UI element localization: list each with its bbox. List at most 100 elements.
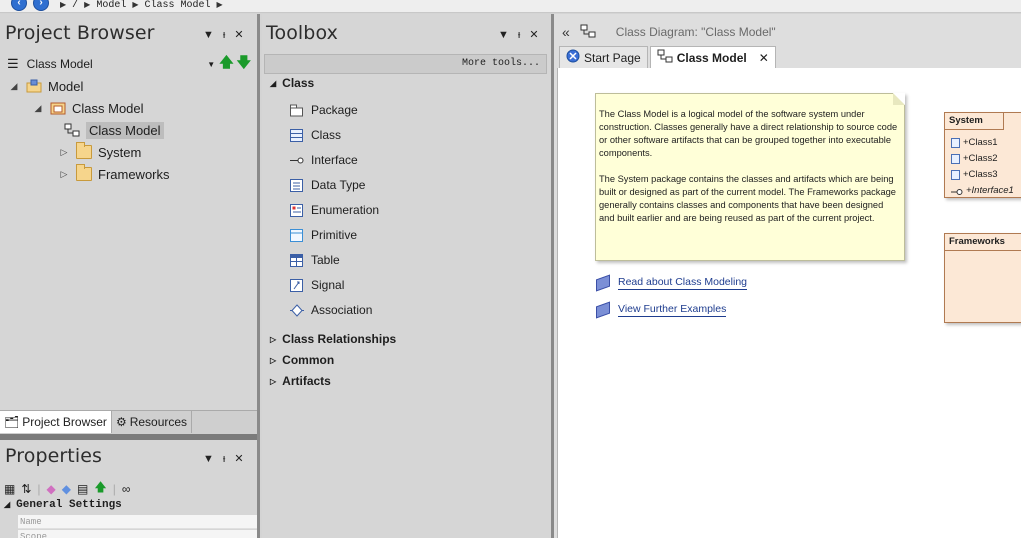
pin-icon[interactable]: ᵻ	[518, 29, 520, 41]
tool-label: Enumeration	[311, 203, 380, 217]
tool-data-type[interactable]: Data Type	[290, 178, 365, 192]
start-page-icon	[566, 49, 580, 66]
go-up-icon[interactable]: 🡅	[94, 478, 106, 499]
toolbox-group-common[interactable]: ▷ Common	[270, 353, 334, 367]
tree-item-model[interactable]: ◢ Model	[8, 76, 84, 96]
toolbar-separator: |	[112, 481, 116, 496]
tab-label: Class Model	[676, 50, 747, 65]
dropdown-menu-icon[interactable]: ▼	[203, 453, 214, 465]
project-browser-icon: 🗂	[4, 415, 20, 429]
tab-start-page[interactable]: Start Page	[559, 46, 648, 68]
tree-item-label: Class Model	[72, 100, 144, 116]
tool-interface[interactable]: Interface	[290, 153, 358, 167]
close-icon[interactable]: ✕	[529, 28, 538, 41]
panel-title: Toolbox	[266, 22, 338, 44]
breadcrumb-separator-icon: ▶	[216, 1, 223, 10]
package-class-item[interactable]: +Class2	[951, 153, 998, 164]
tab-project-browser[interactable]: 🗂 Project Browser	[0, 411, 112, 433]
tool-label: Interface	[311, 153, 358, 167]
more-tools-button[interactable]: More tools...	[264, 54, 547, 74]
collapse-panel-icon[interactable]: «	[562, 24, 570, 40]
hamburger-menu-icon[interactable]: ☰	[7, 56, 19, 72]
property-row-scope[interactable]: Scope	[18, 530, 257, 538]
toolbox-group-class-relationships[interactable]: ▷ Class Relationships	[270, 332, 396, 346]
collapse-icon[interactable]: ◢	[270, 79, 276, 88]
item-label: +Interface1	[966, 185, 1014, 196]
expand-icon[interactable]: ▷	[270, 335, 276, 344]
expand-icon[interactable]: ▷	[270, 356, 276, 365]
tool-class[interactable]: Class	[290, 128, 341, 142]
toolbox-group-artifacts[interactable]: ▷ Artifacts	[270, 374, 331, 388]
package-class-item[interactable]: +Class3	[951, 169, 998, 180]
package-interface-item[interactable]: +Interface1	[951, 185, 1014, 196]
properties-toolbar: ▦ ⇅ | ◆ ◆ ▤ 🡅 | ∞	[4, 478, 130, 499]
tree-item-frameworks[interactable]: ▷ Frameworks	[58, 164, 170, 184]
tool-table[interactable]: Table	[290, 253, 340, 267]
expand-icon[interactable]: ▷	[270, 377, 276, 386]
tree-item-class-model-package[interactable]: ◢ Class Model	[32, 98, 144, 118]
breadcrumb-item[interactable]: /	[72, 0, 78, 11]
panel-splitter[interactable]	[257, 14, 260, 538]
class-icon	[951, 137, 960, 148]
back-arrow-icon[interactable]: ‹	[11, 0, 27, 11]
signal-tool-icon	[290, 278, 303, 292]
class-icon	[951, 153, 960, 164]
categorized-view-icon[interactable]: ▦	[4, 482, 15, 496]
package-name: Frameworks	[944, 233, 1021, 251]
diagram-note[interactable]: The Class Model is a logical model of th…	[595, 93, 905, 261]
tree-item-system[interactable]: ▷ System	[58, 142, 141, 162]
dropdown-menu-icon[interactable]: ▼	[498, 29, 509, 41]
tagged-value-icon[interactable]: ◆	[62, 482, 71, 496]
tree-item-class-model-diagram[interactable]: Class Model	[64, 120, 164, 140]
package-class-item[interactable]: +Class1	[951, 137, 998, 148]
toolbox-group-class[interactable]: ◢ Class	[270, 76, 314, 90]
sort-alphabetical-icon[interactable]: ⇅	[21, 482, 31, 496]
browser-view-selector[interactable]: Class Model	[27, 57, 93, 71]
property-row-name[interactable]: Name	[18, 515, 257, 529]
tool-package[interactable]: Package	[290, 103, 358, 117]
pin-icon[interactable]: ᵻ	[223, 29, 225, 41]
group-label: Artifacts	[282, 374, 331, 388]
datatype-tool-icon	[290, 178, 303, 192]
class-diagram-icon	[657, 49, 673, 66]
close-icon[interactable]: ✕	[234, 452, 243, 465]
breadcrumb-item[interactable]: Model	[96, 0, 126, 11]
close-tab-icon[interactable]: ✕	[759, 51, 769, 65]
stereotype-icon[interactable]: ◆	[47, 482, 56, 496]
collapse-icon[interactable]: ◢	[32, 103, 44, 114]
tree-item-label: Model	[48, 78, 84, 94]
tool-primitive[interactable]: Primitive	[290, 228, 357, 242]
properties-dialog-icon[interactable]: ▤	[77, 482, 88, 496]
link-view-further-examples[interactable]: View Further Examples	[596, 301, 727, 319]
tool-label: Table	[311, 253, 340, 267]
move-up-icon[interactable]: 🡅	[219, 52, 233, 76]
find-icon[interactable]: ∞	[122, 482, 131, 496]
link-read-about-class-modeling[interactable]: Read about Class Modeling	[596, 274, 747, 292]
breadcrumb-item[interactable]: Class Model	[145, 0, 211, 11]
properties-section-header[interactable]: ◢ General Settings	[4, 499, 122, 511]
close-icon[interactable]: ✕	[234, 28, 243, 41]
tab-resources[interactable]: ⚙ Resources	[112, 411, 193, 433]
navigation-bar: ‹ › ▶ / ▶ Model ▶ Class Model ▶	[0, 0, 1021, 13]
diagram-canvas[interactable]: The Class Model is a logical model of th…	[557, 68, 1021, 538]
collapse-icon[interactable]: ◢	[4, 501, 10, 510]
forward-arrow-icon[interactable]: ›	[33, 0, 49, 11]
tool-enumeration[interactable]: Enumeration	[290, 203, 379, 217]
package-system[interactable]: System +Class1 +Class2 +Class3 +Interfac…	[944, 112, 1021, 198]
tree-item-label: Frameworks	[98, 166, 170, 182]
tool-association[interactable]: Association	[290, 303, 372, 317]
view-dropdown-icon[interactable]: ▼	[207, 60, 215, 69]
group-label: Class	[282, 76, 315, 90]
expand-icon[interactable]: ▷	[58, 169, 70, 180]
dropdown-menu-icon[interactable]: ▼	[203, 29, 214, 41]
package-frameworks[interactable]: Frameworks	[944, 233, 1021, 323]
pin-icon[interactable]: ᵻ	[223, 453, 225, 465]
tab-class-model[interactable]: Class Model ✕	[649, 46, 776, 68]
move-down-icon[interactable]: 🡇	[237, 52, 251, 76]
properties-panel: Properties ▼ ᵻ ✕ ▦ ⇅ | ◆ ◆ ▤ 🡅 | ∞ ◢ Gene…	[0, 440, 257, 538]
browser-toolbar: ☰ Class Model ▼ 🡅 🡇	[0, 54, 257, 74]
tool-signal[interactable]: Signal	[290, 278, 344, 292]
collapse-icon[interactable]: ◢	[8, 81, 20, 92]
expand-icon[interactable]: ▷	[58, 147, 70, 158]
class-tool-icon	[290, 128, 303, 142]
